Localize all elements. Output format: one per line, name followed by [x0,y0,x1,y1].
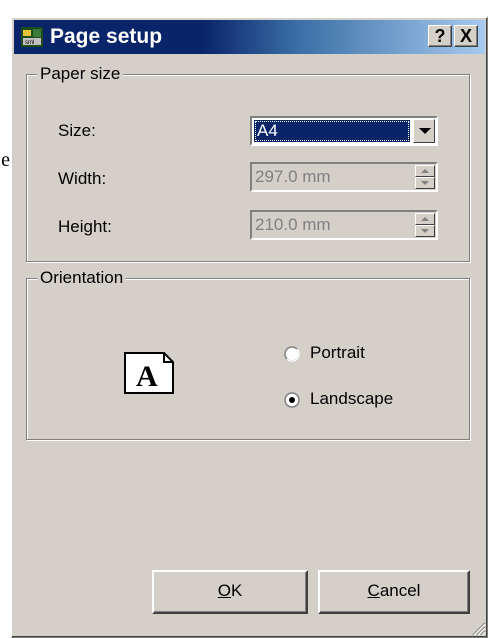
portrait-radio[interactable] [284,346,300,362]
height-spin-buttons [415,213,435,237]
size-dropdown[interactable]: A4 [250,116,438,146]
width-spin-buttons [415,165,435,189]
landscape-label[interactable]: Landscape [310,388,393,410]
ok-mnemonic: O [217,581,231,600]
width-label: Width: [58,169,107,188]
window-title: Page setup [50,25,163,48]
portrait-label[interactable]: Portrait [310,342,365,364]
background-text-fragment: e [0,148,10,172]
size-dropdown-value: A4 [254,120,410,142]
title-bar[interactable]: sml Page setup ? X [14,20,485,54]
height-label: Height: [58,217,112,236]
size-label: Size: [58,121,96,140]
orientation-legend: Orientation [37,267,127,289]
cancel-label-rest: ancel [379,581,421,600]
spin-down-icon[interactable] [415,225,435,237]
orientation-group: Orientation [26,267,470,440]
cancel-button[interactable]: Cancel [318,570,470,614]
paper-size-legend: Paper size [37,63,124,85]
page-icon-letter: A [136,360,158,393]
ok-button[interactable]: OK [152,570,308,614]
close-button[interactable]: X [454,25,478,47]
width-spinbox[interactable]: 297.0 mm [250,162,438,192]
cancel-mnemonic: C [367,581,380,600]
chevron-down-icon[interactable] [413,119,435,143]
spin-down-icon[interactable] [415,177,435,189]
landscape-radio[interactable] [284,392,300,408]
width-value: 297.0 mm [255,167,331,186]
svg-text:sml: sml [25,40,34,46]
app-icon: sml [21,27,43,47]
height-spinbox[interactable]: 210.0 mm [250,210,438,240]
spin-up-icon[interactable] [415,213,435,225]
spin-up-icon[interactable] [415,165,435,177]
height-value: 210.0 mm [255,215,331,234]
ok-label-rest: K [230,581,243,600]
help-button[interactable]: ? [428,25,452,47]
resize-grip-icon[interactable] [470,620,486,636]
landscape-page-icon: A [124,352,174,394]
